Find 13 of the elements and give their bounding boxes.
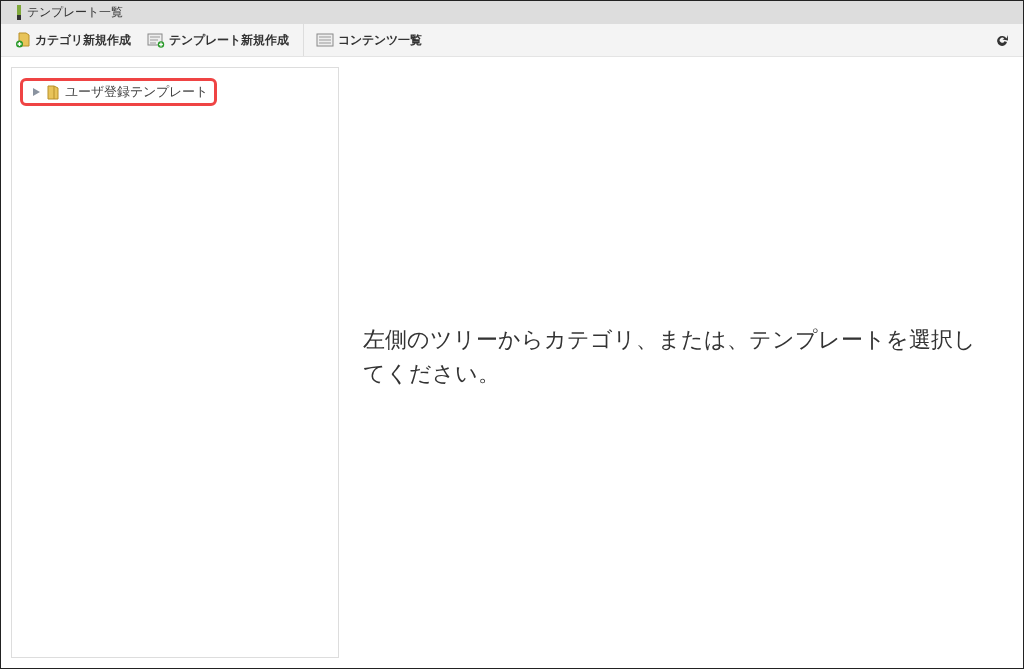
folder-icon xyxy=(47,84,59,100)
window-title: テンプレート一覧 xyxy=(27,4,123,21)
instruction-message: 左側のツリーからカテゴリ、または、テンプレートを選択してください。 xyxy=(363,325,977,388)
document-add-icon xyxy=(147,32,165,48)
tree-item[interactable]: ユーザ登録テンプレート xyxy=(20,78,217,106)
toolbar-button[interactable]: テンプレート新規作成 xyxy=(143,24,301,56)
refresh-icon[interactable] xyxy=(995,33,1009,47)
expand-triangle-icon[interactable] xyxy=(31,87,41,97)
list-icon xyxy=(316,33,334,47)
toolbar-button[interactable]: コンテンツ一覧 xyxy=(303,24,434,56)
folder-add-icon xyxy=(15,32,31,48)
title-marker-icon xyxy=(17,5,21,20)
toolbar-button[interactable]: カテゴリ新規作成 xyxy=(11,24,143,56)
